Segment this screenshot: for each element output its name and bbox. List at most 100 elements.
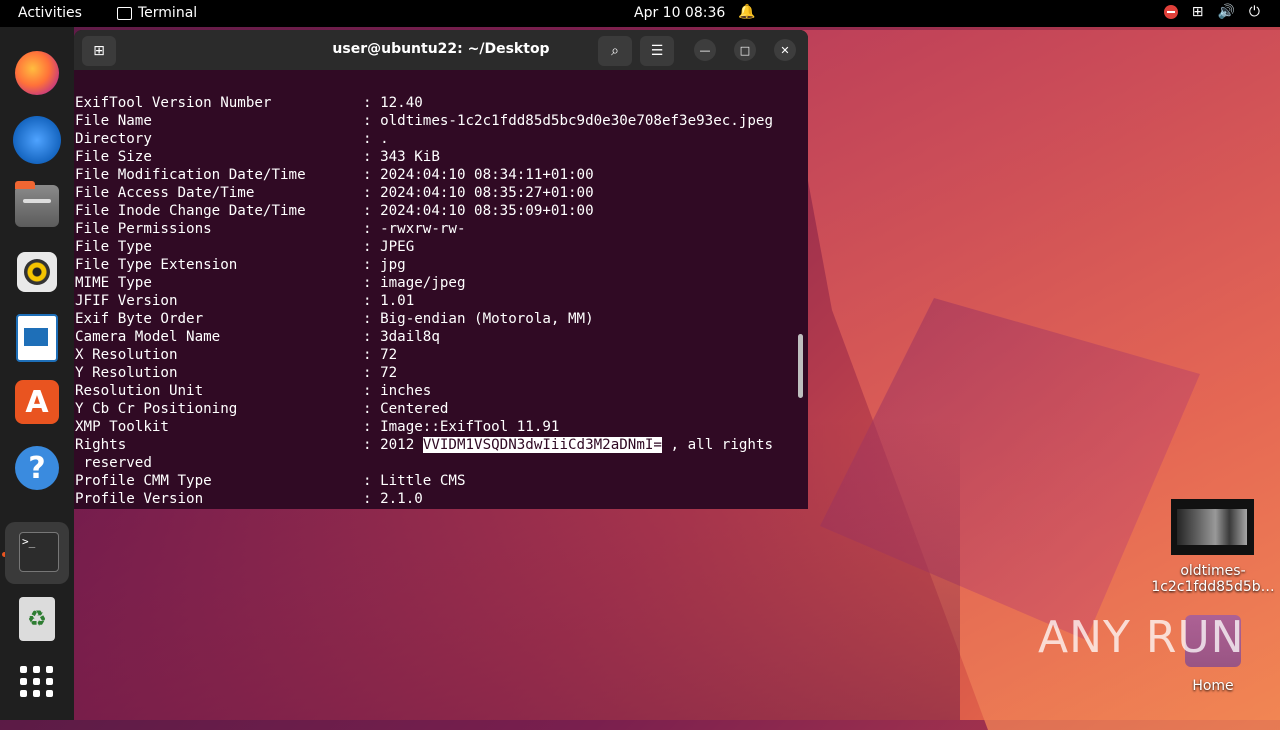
terminal-line: File Inode Change Date/Time: 2024:04:10 … bbox=[75, 203, 594, 219]
dock-item-files[interactable] bbox=[12, 181, 62, 231]
field-value: . bbox=[380, 131, 389, 147]
dock-item-rhythmbox[interactable] bbox=[12, 247, 62, 297]
field-value: Big-endian (Motorola, MM) bbox=[380, 311, 594, 327]
terminal-window[interactable]: ⊞ user@ubuntu22: ~/Desktop ⌕ ☰ — □ ✕ Exi… bbox=[74, 30, 808, 509]
field-key: File Type Extension bbox=[75, 257, 238, 273]
field-value: image/jpeg bbox=[380, 275, 466, 291]
terminal-headerbar[interactable]: ⊞ user@ubuntu22: ~/Desktop ⌕ ☰ — □ ✕ bbox=[74, 30, 808, 70]
top-bar: Activities Terminal Apr 10 08:36 🔔 ⊞ 🔊 ⏻ bbox=[0, 0, 1280, 27]
field-key: Directory bbox=[75, 131, 152, 147]
app-center-icon: A bbox=[15, 380, 59, 424]
terminal-line: JFIF Version: 1.01 bbox=[75, 293, 415, 309]
field-key: Y Resolution bbox=[75, 365, 178, 381]
field-value: 3dail8q bbox=[380, 329, 440, 345]
terminal-line: Camera Model Name: 3dail8q bbox=[75, 329, 440, 345]
terminal-line: X Resolution: 72 bbox=[75, 347, 398, 363]
terminal-icon: >_ bbox=[19, 532, 59, 572]
dock-item-writer[interactable] bbox=[12, 313, 62, 363]
terminal-line: Exif Byte Order: Big-endian (Motorola, M… bbox=[75, 311, 594, 327]
terminal-line: Directory: . bbox=[75, 131, 389, 147]
maximize-button[interactable]: □ bbox=[734, 39, 756, 61]
field-key: Profile CMM Type bbox=[75, 473, 212, 489]
bell-icon[interactable]: 🔔 bbox=[738, 4, 755, 20]
field-key: XMP Toolkit bbox=[75, 419, 169, 435]
watermark: ANY RUN bbox=[1038, 612, 1245, 663]
terminal-line: File Access Date/Time: 2024:04:10 08:35:… bbox=[75, 185, 594, 201]
thunderbird-icon bbox=[13, 116, 61, 164]
field-key: ExifTool Version Number bbox=[75, 95, 272, 111]
dock-item-terminal[interactable]: >_ bbox=[5, 522, 69, 584]
libreoffice-writer-icon bbox=[16, 314, 58, 362]
terminal-line: XMP Toolkit: Image::ExifTool 11.91 bbox=[75, 419, 560, 435]
field-value: jpg bbox=[380, 257, 406, 273]
home-label[interactable]: Home bbox=[1183, 678, 1243, 694]
terminal-line: Y Cb Cr Positioning: Centered bbox=[75, 401, 449, 417]
dock-item-thunderbird[interactable] bbox=[12, 115, 62, 165]
trash-icon: ♻ bbox=[19, 597, 55, 641]
dock-item-firefox[interactable] bbox=[12, 48, 62, 98]
activities-button[interactable]: Activities bbox=[18, 5, 82, 21]
system-tray[interactable]: ⊞ 🔊 ⏻ bbox=[1163, 4, 1260, 20]
terminal-line: File Size: 343 KiB bbox=[75, 149, 440, 165]
firefox-icon bbox=[15, 51, 59, 95]
close-button[interactable]: ✕ bbox=[774, 39, 796, 61]
field-key: File Type bbox=[75, 239, 152, 255]
dock-item-help[interactable]: ? bbox=[12, 443, 62, 493]
field-value: 12.40 bbox=[380, 95, 423, 111]
field-value: JPEG bbox=[380, 239, 415, 255]
field-key: Resolution Unit bbox=[75, 383, 204, 399]
field-value: inches bbox=[380, 383, 432, 399]
network-icon[interactable]: ⊞ bbox=[1192, 4, 1204, 20]
field-value: Centered bbox=[380, 401, 449, 417]
field-value: -rwxrw-rw- bbox=[380, 221, 466, 237]
terminal-line: Rights: 2012 VVIDM1VSQDN3dwIiiCd3M2aDNmI… bbox=[75, 437, 774, 453]
field-key: Y Cb Cr Positioning bbox=[75, 401, 238, 417]
field-value: Little CMS bbox=[380, 473, 466, 489]
terminal-line: File Modification Date/Time: 2024:04:10 … bbox=[75, 167, 594, 183]
terminal-icon bbox=[117, 6, 132, 20]
volume-icon[interactable]: 🔊 bbox=[1217, 4, 1234, 20]
terminal-line: File Type: JPEG bbox=[75, 239, 415, 255]
show-apps-button[interactable] bbox=[12, 656, 62, 706]
terminal-scrollbar[interactable] bbox=[798, 334, 803, 398]
field-value: 2.1.0 bbox=[380, 491, 423, 507]
terminal-line: Resolution Unit: inches bbox=[75, 383, 432, 399]
terminal-line: reserved bbox=[75, 455, 152, 471]
rhythmbox-icon bbox=[17, 252, 57, 292]
field-key: File Size bbox=[75, 149, 152, 165]
terminal-line: File Permissions: -rwxrw-rw- bbox=[75, 221, 466, 237]
desktop-file-label[interactable]: oldtimes- 1c2c1fdd85d5b… bbox=[1150, 563, 1276, 595]
terminal-line: Profile Version: 2.1.0 bbox=[75, 491, 423, 507]
power-icon[interactable]: ⏻ bbox=[1249, 4, 1260, 20]
minimize-button[interactable]: — bbox=[694, 39, 716, 61]
search-button[interactable]: ⌕ bbox=[598, 36, 632, 66]
dock-item-trash[interactable]: ♻ bbox=[12, 594, 62, 644]
menu-button[interactable]: ☰ bbox=[640, 36, 674, 66]
terminal-line: Y Resolution: 72 bbox=[75, 365, 398, 381]
field-key: Camera Model Name bbox=[75, 329, 221, 345]
app-menu-label: Terminal bbox=[138, 5, 198, 21]
terminal-line: MIME Type: image/jpeg bbox=[75, 275, 466, 291]
field-value: 72 bbox=[380, 347, 398, 363]
field-value: 2024:04:10 08:35:09+01:00 bbox=[380, 203, 594, 219]
terminal-line: ExifTool Version Number: 12.40 bbox=[75, 95, 423, 111]
help-icon: ? bbox=[15, 446, 59, 490]
selected-text[interactable]: VVIDM1VSQDN3dwIiiCd3M2aDNmI= bbox=[422, 437, 662, 453]
dock-item-app-center[interactable]: A bbox=[12, 377, 62, 427]
terminal-line: Profile CMM Type: Little CMS bbox=[75, 473, 466, 489]
terminal-line: File Type Extension: jpg bbox=[75, 257, 406, 273]
app-menu[interactable]: Terminal bbox=[117, 5, 197, 21]
field-value: Image::ExifTool 11.91 bbox=[380, 419, 560, 435]
grid-icon bbox=[20, 665, 54, 697]
clock[interactable]: Apr 10 08:36 bbox=[634, 5, 725, 21]
field-value: 2024:04:10 08:35:27+01:00 bbox=[380, 185, 594, 201]
field-value: oldtimes-1c2c1fdd85d5bc9d0e30e708ef3e93e… bbox=[380, 113, 774, 129]
desktop-file-thumbnail[interactable] bbox=[1171, 499, 1254, 555]
field-key: File Access Date/Time bbox=[75, 185, 255, 201]
files-icon bbox=[15, 181, 59, 227]
field-key: File Inode Change Date/Time bbox=[75, 203, 306, 219]
do-not-disturb-icon[interactable] bbox=[1163, 5, 1178, 19]
terminal-output[interactable]: ExifTool Version Number: 12.40 File Name:… bbox=[75, 94, 797, 509]
field-key: File Name bbox=[75, 113, 152, 129]
dock: A ? >_ ♻ bbox=[0, 27, 74, 720]
